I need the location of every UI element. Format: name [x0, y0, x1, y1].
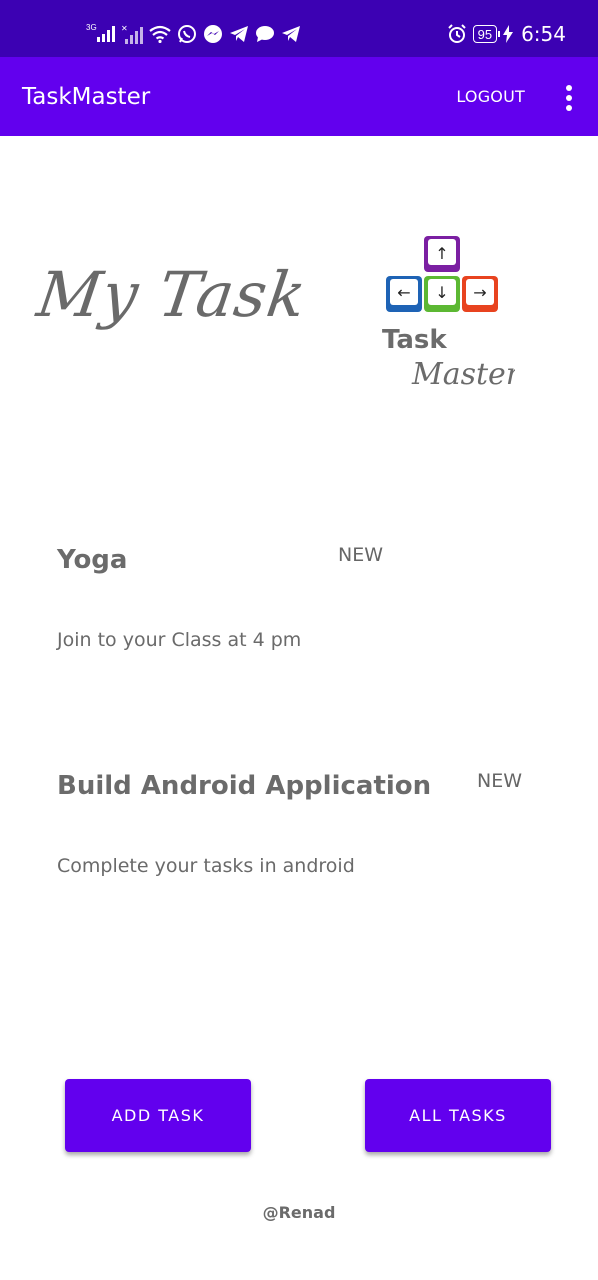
- app-title: TaskMaster: [22, 84, 151, 110]
- logo-text-task: Task: [382, 325, 447, 355]
- logo-key-down: ↓: [435, 283, 448, 302]
- footer-credit: @Renad: [262, 1203, 336, 1222]
- messenger-icon: [203, 24, 223, 44]
- status-icons-right: 95 6:54: [447, 20, 566, 48]
- logo-text-master: Master: [411, 357, 515, 392]
- telegram-icon: [229, 25, 249, 43]
- status-icons-left: 3G ✕: [86, 20, 301, 48]
- telegram-icon: [281, 25, 301, 43]
- svg-text:✕: ✕: [121, 24, 128, 33]
- more-vert-icon[interactable]: [562, 85, 576, 111]
- add-task-button[interactable]: ADD TASK: [65, 1079, 251, 1152]
- clock: 6:54: [521, 22, 566, 46]
- logo-key-right: →: [473, 283, 486, 302]
- task-body: Complete your tasks in android: [57, 855, 355, 877]
- task-title: Build Android Application: [57, 771, 432, 801]
- wifi-icon: [148, 25, 171, 43]
- task-body: Join to your Class at 4 pm: [57, 629, 302, 651]
- chat-icon: [255, 25, 275, 43]
- signal-x-icon: ✕: [121, 24, 143, 44]
- taskmaster-logo: ↑ ← ↓ → Task Master: [382, 236, 515, 392]
- battery-icon: 95: [472, 25, 501, 43]
- logo-key-left: ←: [397, 283, 410, 302]
- signal-icon: 3G: [86, 22, 115, 42]
- task-item[interactable]: Yoga NEW Join to your Class at 4 pm: [0, 540, 598, 660]
- page-heading: My Task: [32, 258, 312, 331]
- charging-icon: [503, 25, 514, 43]
- task-title: Yoga: [57, 545, 128, 575]
- whatsapp-icon: [177, 24, 197, 44]
- network-type-label: 3G: [86, 22, 97, 32]
- app-bar: TaskMaster LOGOUT: [0, 57, 598, 136]
- logout-button[interactable]: LOGOUT: [456, 87, 525, 106]
- status-bar: 3G ✕ 95 6:54: [0, 0, 598, 57]
- all-tasks-button[interactable]: ALL TASKS: [365, 1079, 551, 1152]
- task-state: NEW: [338, 544, 384, 566]
- alarm-icon: [447, 24, 467, 44]
- task-state: NEW: [477, 770, 523, 792]
- task-item[interactable]: Build Android Application NEW Complete y…: [0, 766, 598, 886]
- logo-key-up: ↑: [435, 244, 448, 263]
